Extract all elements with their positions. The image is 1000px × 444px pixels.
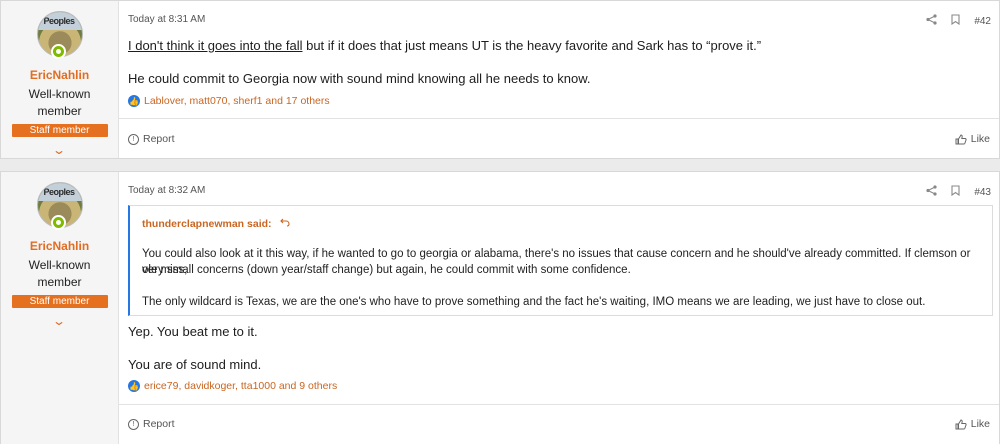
quote-block: thunderclapnewman said: You could also l… <box>128 205 993 316</box>
post-number[interactable]: #42 <box>974 16 991 27</box>
username[interactable]: EricNahlin <box>30 239 89 253</box>
post-body-line: I don't think it goes into the fall but … <box>128 38 761 53</box>
post-footer-divider <box>119 118 999 120</box>
user-panel: Peoples EricNahlin Well-known member Sta… <box>1 1 119 158</box>
user-title: Well-known member <box>28 87 91 118</box>
online-indicator-icon <box>50 215 66 230</box>
post-number[interactable]: #43 <box>974 187 991 198</box>
thumbs-up-icon: 👍 <box>128 380 140 392</box>
quote-text: The only wildcard is Texas, we are the o… <box>142 296 926 308</box>
like-label: Like <box>970 133 990 145</box>
post-body-line: Yep. You beat me to it. <box>128 324 258 339</box>
chevron-down-icon[interactable]: ⌄ <box>52 143 66 157</box>
username[interactable]: EricNahlin <box>30 68 89 82</box>
user-title: Well-known member <box>28 258 91 289</box>
quote-author[interactable]: thunderclapnewman said: <box>142 218 291 230</box>
post-date[interactable]: Today at 8:31 AM <box>128 14 205 25</box>
info-icon: ! <box>128 418 139 430</box>
reaction-summary[interactable]: 👍 erice79, davidkoger, tta1000 and 9 oth… <box>128 380 337 392</box>
share-icon[interactable] <box>926 185 937 199</box>
quote-text: very small concerns (down year/staff cha… <box>142 264 631 276</box>
reaction-users[interactable]: Lablover, matt070, sherf1 and 17 others <box>144 95 330 107</box>
post-body-line: You are of sound mind. <box>128 357 262 372</box>
staff-badge: Staff member <box>11 295 108 308</box>
post-43: Peoples EricNahlin Well-known member Sta… <box>0 171 1000 444</box>
quoted-link[interactable]: I don't think it goes into the fall <box>128 38 302 53</box>
report-label: Report <box>143 418 175 430</box>
like-label: Like <box>970 418 990 430</box>
report-label: Report <box>143 133 175 145</box>
thumbs-up-icon: 👍 <box>128 95 140 107</box>
post-date[interactable]: Today at 8:32 AM <box>128 185 205 196</box>
avatar-logo-text: Peoples <box>43 16 76 26</box>
like-button[interactable]: Like <box>955 133 990 145</box>
report-button[interactable]: ! Report <box>128 133 175 145</box>
like-button[interactable]: Like <box>955 418 990 430</box>
chevron-down-icon[interactable]: ⌄ <box>52 314 66 328</box>
post-footer-divider <box>119 404 999 406</box>
bookmark-icon[interactable] <box>951 185 960 199</box>
post-main: Today at 8:31 AM #42 I don't think it go… <box>119 1 999 158</box>
reaction-users[interactable]: erice79, davidkoger, tta1000 and 9 other… <box>144 380 337 392</box>
post-text: but if it does that just means UT is the… <box>302 38 762 53</box>
thumbs-up-outline-icon <box>955 133 967 144</box>
staff-badge: Staff member <box>11 124 108 137</box>
post-tools: #42 <box>926 14 991 28</box>
post-body-line: He could commit to Georgia now with soun… <box>128 71 591 86</box>
post-main: Today at 8:32 AM #43 thunderclapnewman s… <box>119 172 999 444</box>
share-icon[interactable] <box>926 14 937 28</box>
online-indicator-icon <box>50 44 66 59</box>
quote-author-name[interactable]: thunderclapnewman said: <box>142 218 272 230</box>
report-button[interactable]: ! Report <box>128 418 175 430</box>
info-icon: ! <box>128 133 139 145</box>
post-42: Peoples EricNahlin Well-known member Sta… <box>0 0 1000 159</box>
avatar-logo-text: Peoples <box>43 187 76 197</box>
user-panel: Peoples EricNahlin Well-known member Sta… <box>1 172 119 444</box>
post-tools: #43 <box>926 185 991 199</box>
bookmark-icon[interactable] <box>951 14 960 28</box>
thumbs-up-outline-icon <box>955 418 967 429</box>
reply-arrow-icon[interactable] <box>280 218 291 230</box>
reaction-summary[interactable]: 👍 Lablover, matt070, sherf1 and 17 other… <box>128 95 330 107</box>
